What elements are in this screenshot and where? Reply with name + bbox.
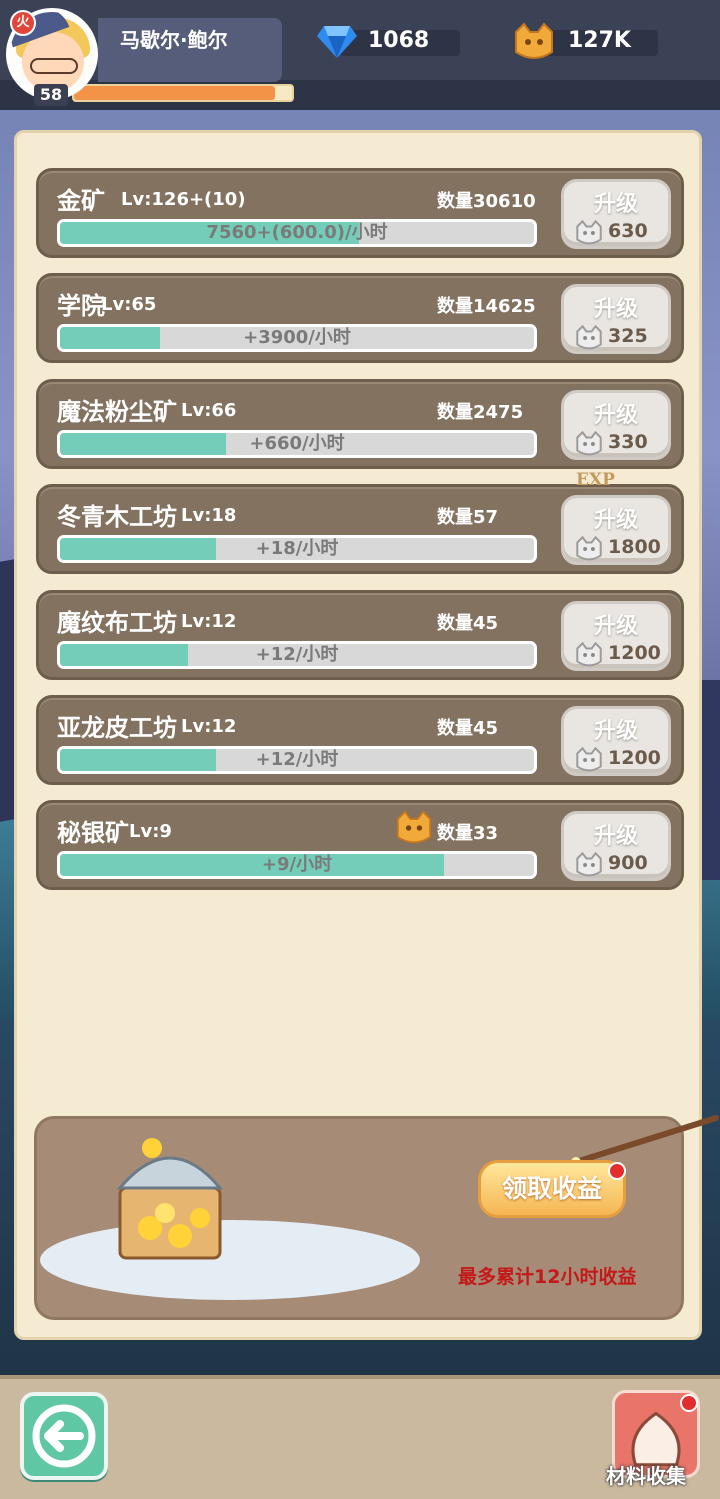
back-arrow-icon: [32, 1404, 96, 1468]
resource-row: 魔法粉尘矿 Lv:66 数量2475 +660/小时 升级 330: [36, 379, 684, 469]
resource-level: Lv:65: [101, 294, 157, 315]
cat-coin-icon: [574, 535, 604, 562]
resource-row: 秘银矿 Lv:9 数量33 +9/小时 升级 900: [36, 800, 684, 890]
coin-count: 127K: [568, 28, 631, 53]
production-progress-bar: +9/小时: [57, 851, 537, 879]
resource-level: Lv:12: [181, 716, 237, 737]
back-button[interactable]: [20, 1392, 108, 1480]
player-level-badge: 58: [34, 84, 68, 106]
upgrade-button[interactable]: 升级 630: [561, 179, 671, 249]
resource-count: 数量2475: [437, 402, 524, 423]
upgrade-button[interactable]: 升级 900: [561, 811, 671, 881]
resource-row: 金矿 Lv:126+(10) 数量30610 7560+(600.0)/小时 升级 630: [36, 168, 684, 258]
cat-coin-icon: [574, 746, 604, 773]
cat-coin-icon: [515, 22, 553, 59]
production-progress-bar: +12/小时: [57, 746, 537, 774]
collect-limit-note: 最多累计12小时收益: [458, 1266, 637, 1288]
production-rate: +660/小时: [249, 433, 345, 454]
gem-count: 1068: [368, 28, 430, 53]
production-rate: +3900/小时: [243, 327, 351, 348]
resource-level: Lv:126+(10): [121, 189, 246, 210]
element-fire-badge: 火: [10, 10, 36, 36]
resource-row: 魔纹布工坊 Lv:12 数量45 +12/小时 升级 1200: [36, 590, 684, 680]
upgrade-label: 升级: [593, 297, 638, 322]
resource-count: 数量57: [437, 507, 499, 528]
resource-count: 数量33: [437, 823, 499, 844]
resource-name: 学院: [57, 292, 105, 320]
resource-row: 亚龙皮工坊 Lv:12 数量45 +12/小时 升级 1200: [36, 695, 684, 785]
player-exp-fill: [74, 86, 275, 100]
upgrade-cost: 900: [608, 852, 648, 874]
notification-dot: [680, 1394, 698, 1412]
upgrade-button[interactable]: 升级 325: [561, 284, 671, 354]
upgrade-button[interactable]: 升级 1800: [561, 495, 671, 565]
production-progress-bar: +12/小时: [57, 641, 537, 669]
production-rate: +12/小时: [255, 749, 339, 770]
resource-count: 数量14625: [437, 296, 536, 317]
avatar-glasses: [30, 58, 78, 74]
production-progress-bar: +660/小时: [57, 430, 537, 458]
exp-tag: EXP: [576, 470, 615, 490]
material-collection-label: 材料收集: [606, 1464, 686, 1488]
resource-row: 冬青木工坊 Lv:18 数量57 +18/小时 升级 1800: [36, 484, 684, 574]
cat-coin-icon: [574, 641, 604, 668]
upgrade-cost: 1800: [608, 536, 661, 558]
production-rate: 7560+(600.0)/小时: [206, 222, 388, 243]
upgrade-label: 升级: [593, 403, 638, 428]
upgrade-cost: 1200: [608, 747, 661, 769]
resource-count: 数量30610: [437, 191, 536, 212]
upgrade-cost: 325: [608, 325, 648, 347]
resource-level: Lv:18: [181, 505, 237, 526]
production-progress-bar: 7560+(600.0)/小时: [57, 219, 537, 247]
upgrade-cost: 630: [608, 220, 648, 242]
collect-earnings-button[interactable]: 领取收益: [478, 1160, 626, 1218]
resource-name: 秘银矿: [57, 819, 129, 847]
cat-coin-icon: [574, 430, 604, 457]
cat-coin-icon: [574, 851, 604, 878]
resource-count: 数量45: [437, 613, 499, 634]
resource-level: Lv:66: [181, 400, 237, 421]
cat-coin-icon: [574, 324, 604, 351]
upgrade-button[interactable]: 升级 1200: [561, 706, 671, 776]
resource-name: 金矿: [57, 187, 105, 215]
upgrade-button[interactable]: 升级 1200: [561, 601, 671, 671]
cat-coin-icon: [396, 810, 432, 844]
upgrade-label: 升级: [593, 719, 638, 744]
production-progress-bar: +18/小时: [57, 535, 537, 563]
resource-count: 数量45: [437, 718, 499, 739]
production-progress-bar: +3900/小时: [57, 324, 537, 352]
resource-name: 亚龙皮工坊: [57, 714, 177, 742]
upgrade-label: 升级: [593, 508, 638, 533]
upgrade-label: 升级: [593, 824, 638, 849]
upgrade-cost: 1200: [608, 642, 661, 664]
production-rate: +18/小时: [255, 538, 339, 559]
production-rate: +9/小时: [261, 854, 333, 875]
resource-row: 学院 Lv:65 数量14625 +3900/小时 升级 325: [36, 273, 684, 363]
cat-coin-icon: [574, 219, 604, 246]
resource-level: Lv:12: [181, 611, 237, 632]
player-exp-bar: [72, 84, 294, 102]
resource-level: Lv:9: [129, 821, 172, 842]
cloud-decoration: [40, 1220, 420, 1300]
upgrade-button[interactable]: 升级 330: [561, 390, 671, 460]
resource-name: 魔纹布工坊: [57, 609, 177, 637]
resource-name: 冬青木工坊: [57, 503, 177, 531]
notification-dot: [608, 1162, 626, 1180]
diamond-icon: [317, 26, 357, 58]
treasure-chest-icon: [116, 1138, 224, 1260]
upgrade-label: 升级: [593, 614, 638, 639]
player-name: 马歇尔·鲍尔: [120, 28, 228, 52]
production-rate: +12/小时: [255, 644, 339, 665]
resource-name: 魔法粉尘矿: [57, 398, 177, 426]
upgrade-cost: 330: [608, 431, 648, 453]
upgrade-label: 升级: [593, 192, 638, 217]
